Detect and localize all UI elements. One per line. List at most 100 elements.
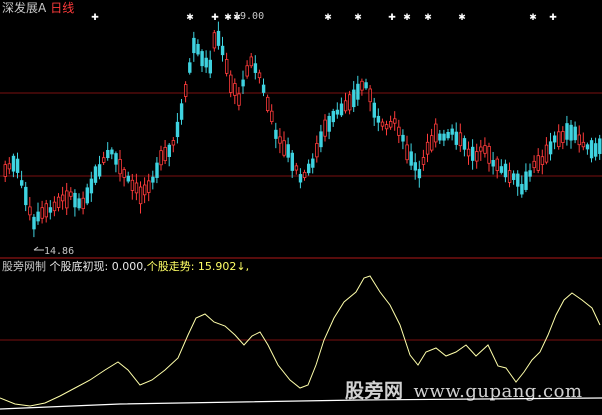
candle-body [147, 180, 151, 193]
indicator-header: 股旁网制 个股底初现: 0.000,个股走势: 15.902↓, [2, 260, 249, 274]
signal-marker: ✱ [424, 13, 432, 23]
candle-body [208, 59, 212, 74]
candle-body [319, 131, 323, 148]
candle-body [106, 150, 110, 159]
candle-body [429, 135, 434, 151]
candle-body [212, 32, 217, 49]
candle-body [339, 103, 344, 116]
signal-marker: ✱ [403, 13, 411, 23]
candle-body [102, 157, 106, 163]
candle-body [114, 153, 118, 165]
candle-body [413, 162, 417, 171]
candle-body [380, 121, 385, 127]
signal-marker: ✱ [186, 13, 194, 23]
candle-body [470, 146, 475, 161]
candle-body [548, 141, 553, 155]
candle-body [376, 115, 381, 123]
candle-body [196, 43, 200, 55]
candle-body [122, 169, 126, 178]
candle-body [589, 140, 594, 159]
signal-marker: ✚ [91, 13, 99, 23]
candle-body [167, 144, 171, 157]
candle-body [384, 124, 389, 130]
candle-body [598, 138, 602, 154]
grid-lines [0, 92, 602, 341]
candle-body [532, 160, 536, 169]
indicator-value-bottom: 个股底初现: 0.000, [49, 260, 147, 273]
candle-body [118, 159, 122, 175]
candle-body [130, 179, 135, 191]
candle-body [151, 176, 155, 183]
candle-body [434, 123, 438, 143]
candle-body [331, 110, 335, 123]
signal-marker: ✱ [224, 13, 232, 23]
candle-body [540, 156, 545, 165]
candle-body [241, 79, 245, 87]
candle-body [352, 89, 356, 108]
candle-body [507, 170, 512, 183]
candle-body [286, 144, 290, 158]
candle-body [425, 141, 430, 155]
watermark: 股旁网 www.gupang.com [345, 376, 583, 403]
candle-body [93, 166, 98, 183]
candle-body [11, 155, 16, 172]
candle-body [360, 80, 364, 91]
candle-body [110, 149, 114, 155]
signal-marker: ✚ [388, 13, 396, 23]
candle-body [159, 150, 163, 166]
candle-body [134, 182, 139, 194]
candle-body [503, 163, 508, 178]
candle-body [438, 133, 442, 141]
candle-body [528, 170, 532, 177]
candle-body [270, 110, 274, 123]
candle-body [65, 190, 69, 209]
candle-body [311, 158, 315, 168]
candle-body [298, 174, 303, 183]
candle-body [274, 129, 278, 139]
candle-body [245, 65, 249, 77]
candle-body [323, 119, 327, 137]
candle-body [368, 88, 372, 103]
candle-body [553, 135, 557, 143]
low-pointer [33, 246, 44, 251]
candle-body [28, 206, 32, 216]
candle-body [179, 103, 184, 120]
candle-body [544, 144, 549, 163]
candle-body [581, 141, 586, 148]
candle-body [97, 164, 102, 177]
candle-body [233, 83, 237, 96]
period-label: 日线 [50, 1, 75, 15]
candle-body [188, 62, 192, 73]
candle-body [495, 158, 499, 171]
candle-body [347, 94, 352, 111]
signal-marker: ✱ [458, 13, 466, 23]
candle-body [397, 126, 401, 136]
signal-marker: ✱ [529, 13, 537, 23]
candle-body [536, 155, 540, 171]
signal-marker: ✚ [211, 13, 219, 23]
candle-body [40, 207, 44, 219]
candle-body [142, 184, 147, 196]
candle-body [138, 186, 143, 205]
candle-body [163, 147, 167, 162]
candle-body [126, 175, 130, 182]
candle-body [77, 198, 81, 209]
candle-body [356, 83, 360, 100]
candle-body [450, 128, 454, 135]
candle-body [294, 165, 299, 171]
candle-body [364, 82, 368, 89]
candle-body [278, 136, 282, 144]
candle-body [401, 134, 405, 142]
candle-body [32, 216, 36, 230]
candle-body [421, 157, 426, 165]
low-price-label: 14.86 [44, 246, 75, 257]
candle-body [306, 163, 311, 174]
candle-body [491, 160, 495, 167]
kline-chart[interactable]: ✚ ✱ ✚ ✱ ✱ ✱ ✱ ✚ ✱ ✱ ✱ ✱ ✚ [0, 0, 602, 415]
candle-body [220, 45, 225, 56]
candle-body [200, 51, 204, 67]
candle-body [569, 124, 573, 141]
candle-body [265, 96, 270, 111]
candle-body [594, 143, 598, 157]
candle-body [446, 131, 450, 139]
